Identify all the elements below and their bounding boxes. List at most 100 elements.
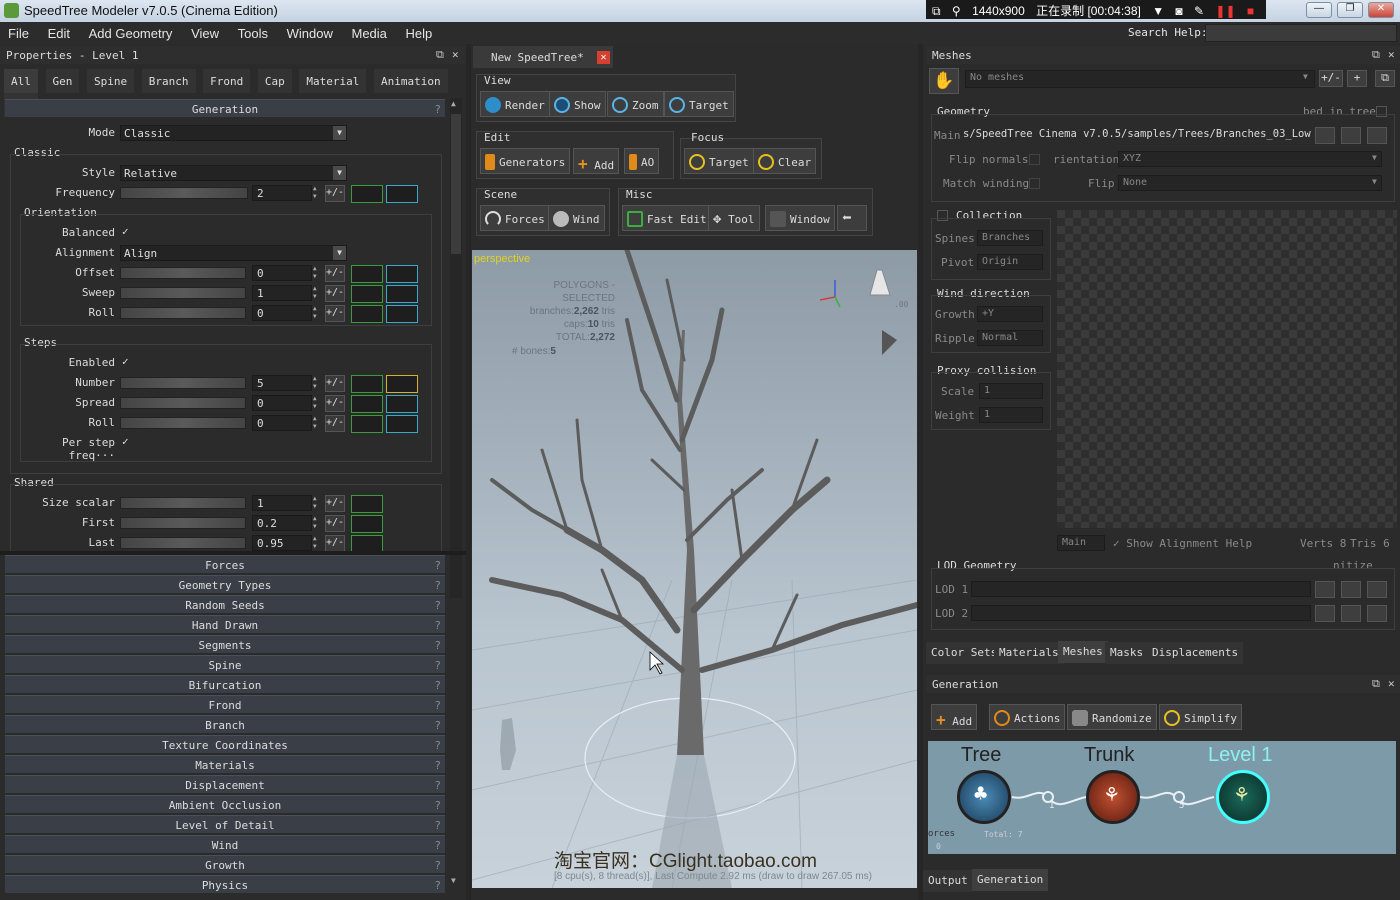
forces-button[interactable]: Forces: [480, 205, 550, 231]
section-displacement[interactable]: Displacement?: [5, 775, 445, 793]
tab-masks[interactable]: Masks: [1105, 642, 1149, 664]
reload-icon[interactable]: [1341, 605, 1361, 622]
collapse-toolbar-button[interactable]: ⬅: [837, 205, 867, 231]
section-generation[interactable]: Generation ?: [5, 99, 445, 117]
camera-label[interactable]: perspective: [474, 253, 530, 265]
section-level-of-detail[interactable]: Level of Detail?: [5, 815, 445, 833]
help-icon[interactable]: ?: [434, 719, 441, 732]
help-icon[interactable]: ?: [434, 699, 441, 712]
mesh-variance-button[interactable]: +/-: [1319, 70, 1343, 87]
number-curve[interactable]: [351, 375, 383, 393]
edit-icon[interactable]: [1367, 127, 1387, 144]
window-button[interactable]: Window: [765, 205, 835, 231]
first-variance-button[interactable]: +/-: [325, 515, 345, 532]
section-frond[interactable]: Frond?: [5, 695, 445, 713]
tab-material[interactable]: Material: [299, 69, 367, 93]
orientation-dropdown[interactable]: XYZ: [1118, 151, 1382, 167]
section-physics[interactable]: Physics?: [5, 875, 445, 893]
flip-normals-checkbox[interactable]: [1029, 154, 1040, 165]
size-scalar-variance-button[interactable]: +/-: [325, 495, 345, 512]
spread-spinner[interactable]: ▲ ▼: [313, 395, 321, 411]
steps-roll-variance-button[interactable]: +/-: [325, 415, 345, 432]
float-icon[interactable]: ⧉: [1372, 677, 1380, 691]
section-random-seeds[interactable]: Random Seeds?: [5, 595, 445, 613]
float-icon[interactable]: ⧉: [1372, 48, 1380, 62]
close-tab-icon[interactable]: ✕: [597, 51, 610, 64]
tab-output[interactable]: Output: [923, 870, 973, 892]
steps-roll-profile-curve[interactable]: [386, 415, 418, 433]
help-icon[interactable]: ?: [434, 579, 441, 592]
last-curve[interactable]: [351, 535, 383, 551]
section-growth[interactable]: Growth?: [5, 855, 445, 873]
spread-curve[interactable]: [351, 395, 383, 413]
tab-displacements[interactable]: Displacements: [1147, 642, 1244, 664]
menu-tools[interactable]: Tools: [230, 22, 275, 41]
menu-edit[interactable]: Edit: [40, 22, 77, 41]
number-slider[interactable]: [120, 377, 246, 389]
gen-add-button[interactable]: + Add: [931, 704, 978, 730]
tab-generation[interactable]: Generation: [972, 869, 1049, 891]
weight-field[interactable]: 1: [979, 407, 1043, 423]
enabled-checkbox[interactable]: ✓: [122, 356, 134, 368]
edit-icon[interactable]: [1367, 605, 1387, 622]
first-curve[interactable]: [351, 515, 383, 533]
sweep-spinner[interactable]: ▲ ▼: [313, 285, 321, 301]
size-scalar-curve[interactable]: [351, 495, 383, 513]
sweep-curve[interactable]: [351, 285, 383, 303]
light-icon[interactable]: [869, 269, 891, 296]
spread-slider[interactable]: [120, 397, 246, 409]
help-icon[interactable]: ?: [434, 799, 441, 812]
left-splitter[interactable]: [466, 44, 471, 900]
ripple-dropdown[interactable]: Normal: [977, 330, 1043, 346]
match-winding-checkbox[interactable]: [1029, 178, 1040, 189]
wind-button[interactable]: Wind: [548, 205, 605, 231]
help-icon[interactable]: ?: [434, 759, 441, 772]
sweep-profile-curve[interactable]: [386, 285, 418, 303]
section-spine[interactable]: Spine?: [5, 655, 445, 673]
clear-button[interactable]: Clear: [753, 148, 817, 174]
number-variance-button[interactable]: +/-: [325, 375, 345, 392]
last-spinner[interactable]: ▲ ▼: [313, 535, 321, 551]
alignment-dropdown[interactable]: Align ▼: [120, 245, 347, 261]
first-field[interactable]: 0.2: [252, 515, 312, 531]
help-icon[interactable]: ?: [434, 599, 441, 612]
edit-icon[interactable]: [1367, 581, 1387, 598]
lod2-field[interactable]: [971, 605, 1311, 621]
view-target-button[interactable]: Target: [664, 91, 734, 117]
browse-icon[interactable]: [1315, 127, 1335, 144]
roll-spinner[interactable]: ▲ ▼: [313, 305, 321, 321]
tab-gen[interactable]: Gen: [45, 69, 80, 93]
ao-button[interactable]: AO: [624, 148, 660, 174]
reload-icon[interactable]: [1341, 581, 1361, 598]
steps-roll-curve[interactable]: [351, 415, 383, 433]
menu-view[interactable]: View: [183, 22, 226, 41]
steps-roll-field[interactable]: 0: [252, 415, 312, 431]
help-icon[interactable]: ?: [434, 819, 441, 832]
section-materials[interactable]: Materials?: [5, 755, 445, 773]
chevron-down-icon[interactable]: ▼: [1372, 153, 1377, 162]
fast-edit-button[interactable]: Fast Edit: [622, 205, 712, 231]
actions-button[interactable]: Actions: [989, 704, 1066, 730]
close-icon[interactable]: ✕: [1388, 677, 1395, 690]
mesh-preview[interactable]: [1057, 210, 1397, 528]
help-icon[interactable]: ?: [434, 619, 441, 632]
spread-variance-button[interactable]: +/-: [325, 395, 345, 412]
offset-spinner[interactable]: ▲ ▼: [313, 265, 321, 281]
section-segments[interactable]: Segments?: [5, 635, 445, 653]
number-field[interactable]: 5: [252, 375, 312, 391]
frequency-profile-curve[interactable]: [386, 185, 418, 203]
main-mesh-path[interactable]: s/SpeedTree Cinema v7.0.5/samples/Trees/…: [963, 128, 1311, 145]
show-button[interactable]: Show: [549, 91, 606, 117]
mesh-selector[interactable]: No meshes: [965, 70, 1315, 88]
spread-profile-curve[interactable]: [386, 395, 418, 413]
browse-icon[interactable]: [1315, 581, 1335, 598]
steps-roll-slider[interactable]: [120, 417, 246, 429]
menu-media[interactable]: Media: [344, 22, 394, 41]
section-ambient-occlusion[interactable]: Ambient Occlusion?: [5, 795, 445, 813]
tab-branch[interactable]: Branch: [141, 69, 196, 93]
chevron-down-icon[interactable]: ▼: [1303, 72, 1308, 81]
first-slider[interactable]: [120, 517, 246, 529]
camera-icon[interactable]: ◙: [1175, 4, 1182, 18]
document-tab[interactable]: New SpeedTree*: [473, 46, 613, 68]
frequency-variance-button[interactable]: +/-: [325, 185, 345, 202]
